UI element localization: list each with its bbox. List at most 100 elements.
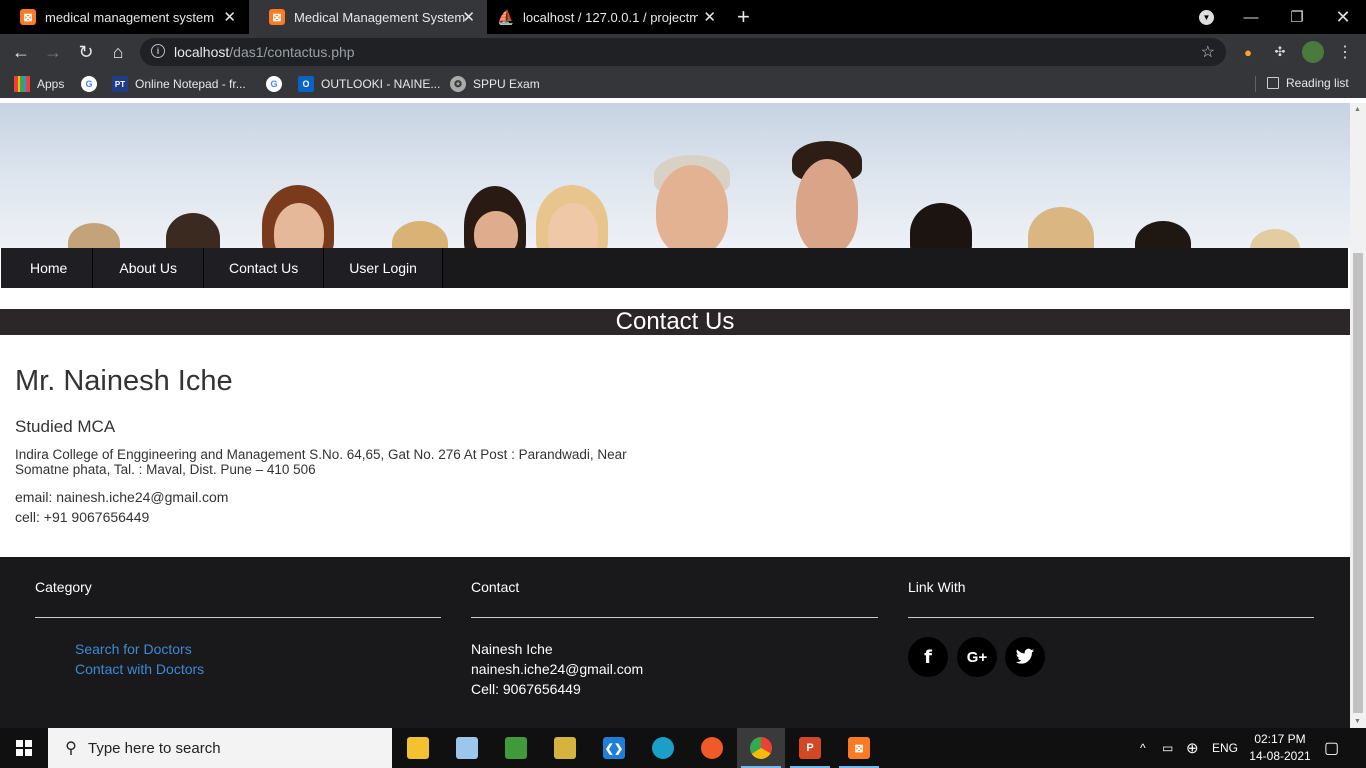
nav-about-us[interactable]: About Us xyxy=(93,248,204,288)
outlook-icon: O xyxy=(298,76,314,92)
bookmark-apps[interactable]: Apps xyxy=(14,76,64,92)
bookmarks-bar: Apps G PT Online Notepad - fr... G O OUT… xyxy=(0,70,1366,98)
forward-arrow-icon[interactable]: → xyxy=(42,41,64,63)
taskbar-search-box[interactable]: ⚲ Type here to search xyxy=(48,728,392,768)
person-face xyxy=(796,159,858,248)
more-menu-icon[interactable]: ⋮ xyxy=(1336,43,1354,61)
minimize-button[interactable]: — xyxy=(1228,0,1274,34)
profile-avatar[interactable] xyxy=(1302,41,1324,63)
extension-icon[interactable]: ● xyxy=(1239,43,1257,61)
footer-contact-name: Nainesh Iche xyxy=(471,641,553,657)
google-icon: G xyxy=(266,76,282,92)
contact-email: email: nainesh.iche24@gmail.com xyxy=(15,489,229,505)
person-face xyxy=(656,165,728,248)
close-icon[interactable]: ✕ xyxy=(462,8,475,26)
close-window-button[interactable]: ✕ xyxy=(1320,0,1366,34)
start-button[interactable] xyxy=(0,728,48,768)
show-hidden-icons-button[interactable]: ^ xyxy=(1140,728,1146,768)
bookmark-outlook[interactable]: O OUTLOOKI - NAINE... xyxy=(298,76,440,92)
bookmark-label: Apps xyxy=(37,77,65,91)
scroll-up-icon[interactable]: ▲ xyxy=(1354,106,1361,113)
close-icon[interactable]: ✕ xyxy=(703,8,716,26)
tab-medical-management-system-active[interactable]: ⊠ Medical Management System ✕ xyxy=(249,0,487,34)
person-face xyxy=(910,203,972,248)
bookmark-star-icon[interactable]: ☆ xyxy=(1201,42,1215,62)
footer-contact-email: nainesh.iche24@gmail.com xyxy=(471,661,644,677)
firefox-icon[interactable] xyxy=(688,728,736,768)
footer-contact-cell: Cell: 9067656449 xyxy=(471,681,581,697)
nav-home[interactable]: Home xyxy=(1,248,94,288)
snipping-tool-icon[interactable] xyxy=(541,728,589,768)
windows-taskbar: ⚲ Type here to search ❮❯ P ⊠ ^ ▭ ⊕ ENG 0… xyxy=(0,728,1366,768)
footer-linkwith-heading: Link With xyxy=(908,579,966,595)
notifications-icon[interactable]: ▢ xyxy=(1324,728,1339,768)
hero-banner-image xyxy=(0,103,1350,248)
scrollbar-thumb[interactable] xyxy=(1353,253,1363,713)
footer-link-search-doctors[interactable]: Search for Doctors xyxy=(75,641,192,657)
sppu-icon: ✪ xyxy=(450,76,466,92)
xampp-icon[interactable]: ⊠ xyxy=(835,728,883,768)
taskbar-search-placeholder: Type here to search xyxy=(88,739,221,757)
contact-address: Indira College of Enggineering and Manag… xyxy=(15,447,627,477)
reading-list-button[interactable]: Reading list xyxy=(1267,76,1349,90)
bookmark-label: OUTLOOKI - NAINE... xyxy=(321,77,441,91)
nav-user-login[interactable]: User Login xyxy=(324,248,443,288)
tab-medical-management-system[interactable]: ⊠ medical management system ✕ xyxy=(0,0,248,34)
footer-link-contact-doctors[interactable]: Contact with Doctors xyxy=(75,661,204,677)
restore-button[interactable]: ❐ xyxy=(1274,0,1320,34)
reading-list-icon xyxy=(1267,77,1279,89)
person-face xyxy=(68,223,120,248)
new-tab-button[interactable]: + xyxy=(737,4,750,30)
browser-toolbar: ← → ↻ ⌂ i localhost/das1/contactus.php ☆… xyxy=(0,34,1366,70)
twitter-icon[interactable] xyxy=(1005,637,1045,677)
bookmark-google[interactable]: G xyxy=(81,76,104,92)
contact-person-name: Mr. Nainesh Iche xyxy=(15,365,233,397)
extensions-puzzle-icon[interactable]: ✣ xyxy=(1271,43,1289,61)
search-icon: ⚲ xyxy=(65,740,77,757)
site-footer: Category Search for Doctors Contact with… xyxy=(0,557,1350,728)
bookmark-google-2[interactable]: G xyxy=(266,76,289,92)
network-globe-icon[interactable]: ⊕ xyxy=(1186,728,1199,768)
edge-icon[interactable] xyxy=(639,728,687,768)
file-explorer-icon[interactable] xyxy=(394,728,442,768)
person-face xyxy=(1250,229,1300,248)
bookmark-online-notepad[interactable]: PT Online Notepad - fr... xyxy=(112,76,246,92)
tab-search-icon[interactable]: ▼ xyxy=(1199,10,1214,25)
back-arrow-icon[interactable]: ← xyxy=(10,41,32,63)
windows-logo-icon xyxy=(16,740,32,756)
main-nav: Home About Us Contact Us User Login xyxy=(1,248,1348,288)
close-icon[interactable]: ✕ xyxy=(223,8,236,26)
google-plus-icon[interactable]: G+ xyxy=(957,637,997,677)
footer-category-heading: Category xyxy=(35,579,92,595)
chrome-icon[interactable] xyxy=(737,728,785,768)
home-icon[interactable]: ⌂ xyxy=(107,41,129,63)
contact-cell: cell: +91 9067656449 xyxy=(15,509,150,525)
facebook-icon[interactable]: f xyxy=(908,637,948,677)
language-indicator[interactable]: ENG xyxy=(1212,728,1238,768)
footer-divider xyxy=(471,617,878,618)
footer-divider xyxy=(35,617,441,618)
url-text: localhost/das1/contactus.php xyxy=(174,44,355,60)
person-face xyxy=(166,213,220,248)
info-icon[interactable]: i xyxy=(151,44,165,58)
page-scrollbar[interactable]: ▲ ▼ xyxy=(1350,103,1366,728)
xampp-icon: ⊠ xyxy=(20,9,36,25)
system-clock[interactable]: 02:17 PM 14-08-2021 xyxy=(1240,731,1320,765)
contact-qualification: Studied MCA xyxy=(15,417,116,436)
vscode-icon[interactable]: ❮❯ xyxy=(590,728,638,768)
person-face xyxy=(1028,207,1094,248)
address-bar[interactable]: i localhost/das1/contactus.php ☆ xyxy=(140,38,1226,66)
green-cube-icon[interactable] xyxy=(492,728,540,768)
reload-icon[interactable]: ↻ xyxy=(75,41,97,63)
bookmarks-divider xyxy=(1255,76,1256,92)
tab-phpmyadmin[interactable]: ⛵ localhost / 127.0.0.1 / projectmm ✕ xyxy=(488,0,728,34)
battery-icon[interactable]: ▭ xyxy=(1162,728,1173,768)
bookmark-sppu-exam[interactable]: ✪ SPPU Exam xyxy=(450,76,540,92)
clock-time: 02:17 PM xyxy=(1254,732,1306,746)
3d-box-icon[interactable] xyxy=(443,728,491,768)
bookmark-label: Online Notepad - fr... xyxy=(135,77,246,91)
google-icon: G xyxy=(81,76,97,92)
powerpoint-icon[interactable]: P xyxy=(786,728,834,768)
nav-contact-us[interactable]: Contact Us xyxy=(203,248,325,288)
scroll-down-icon[interactable]: ▼ xyxy=(1354,718,1361,725)
